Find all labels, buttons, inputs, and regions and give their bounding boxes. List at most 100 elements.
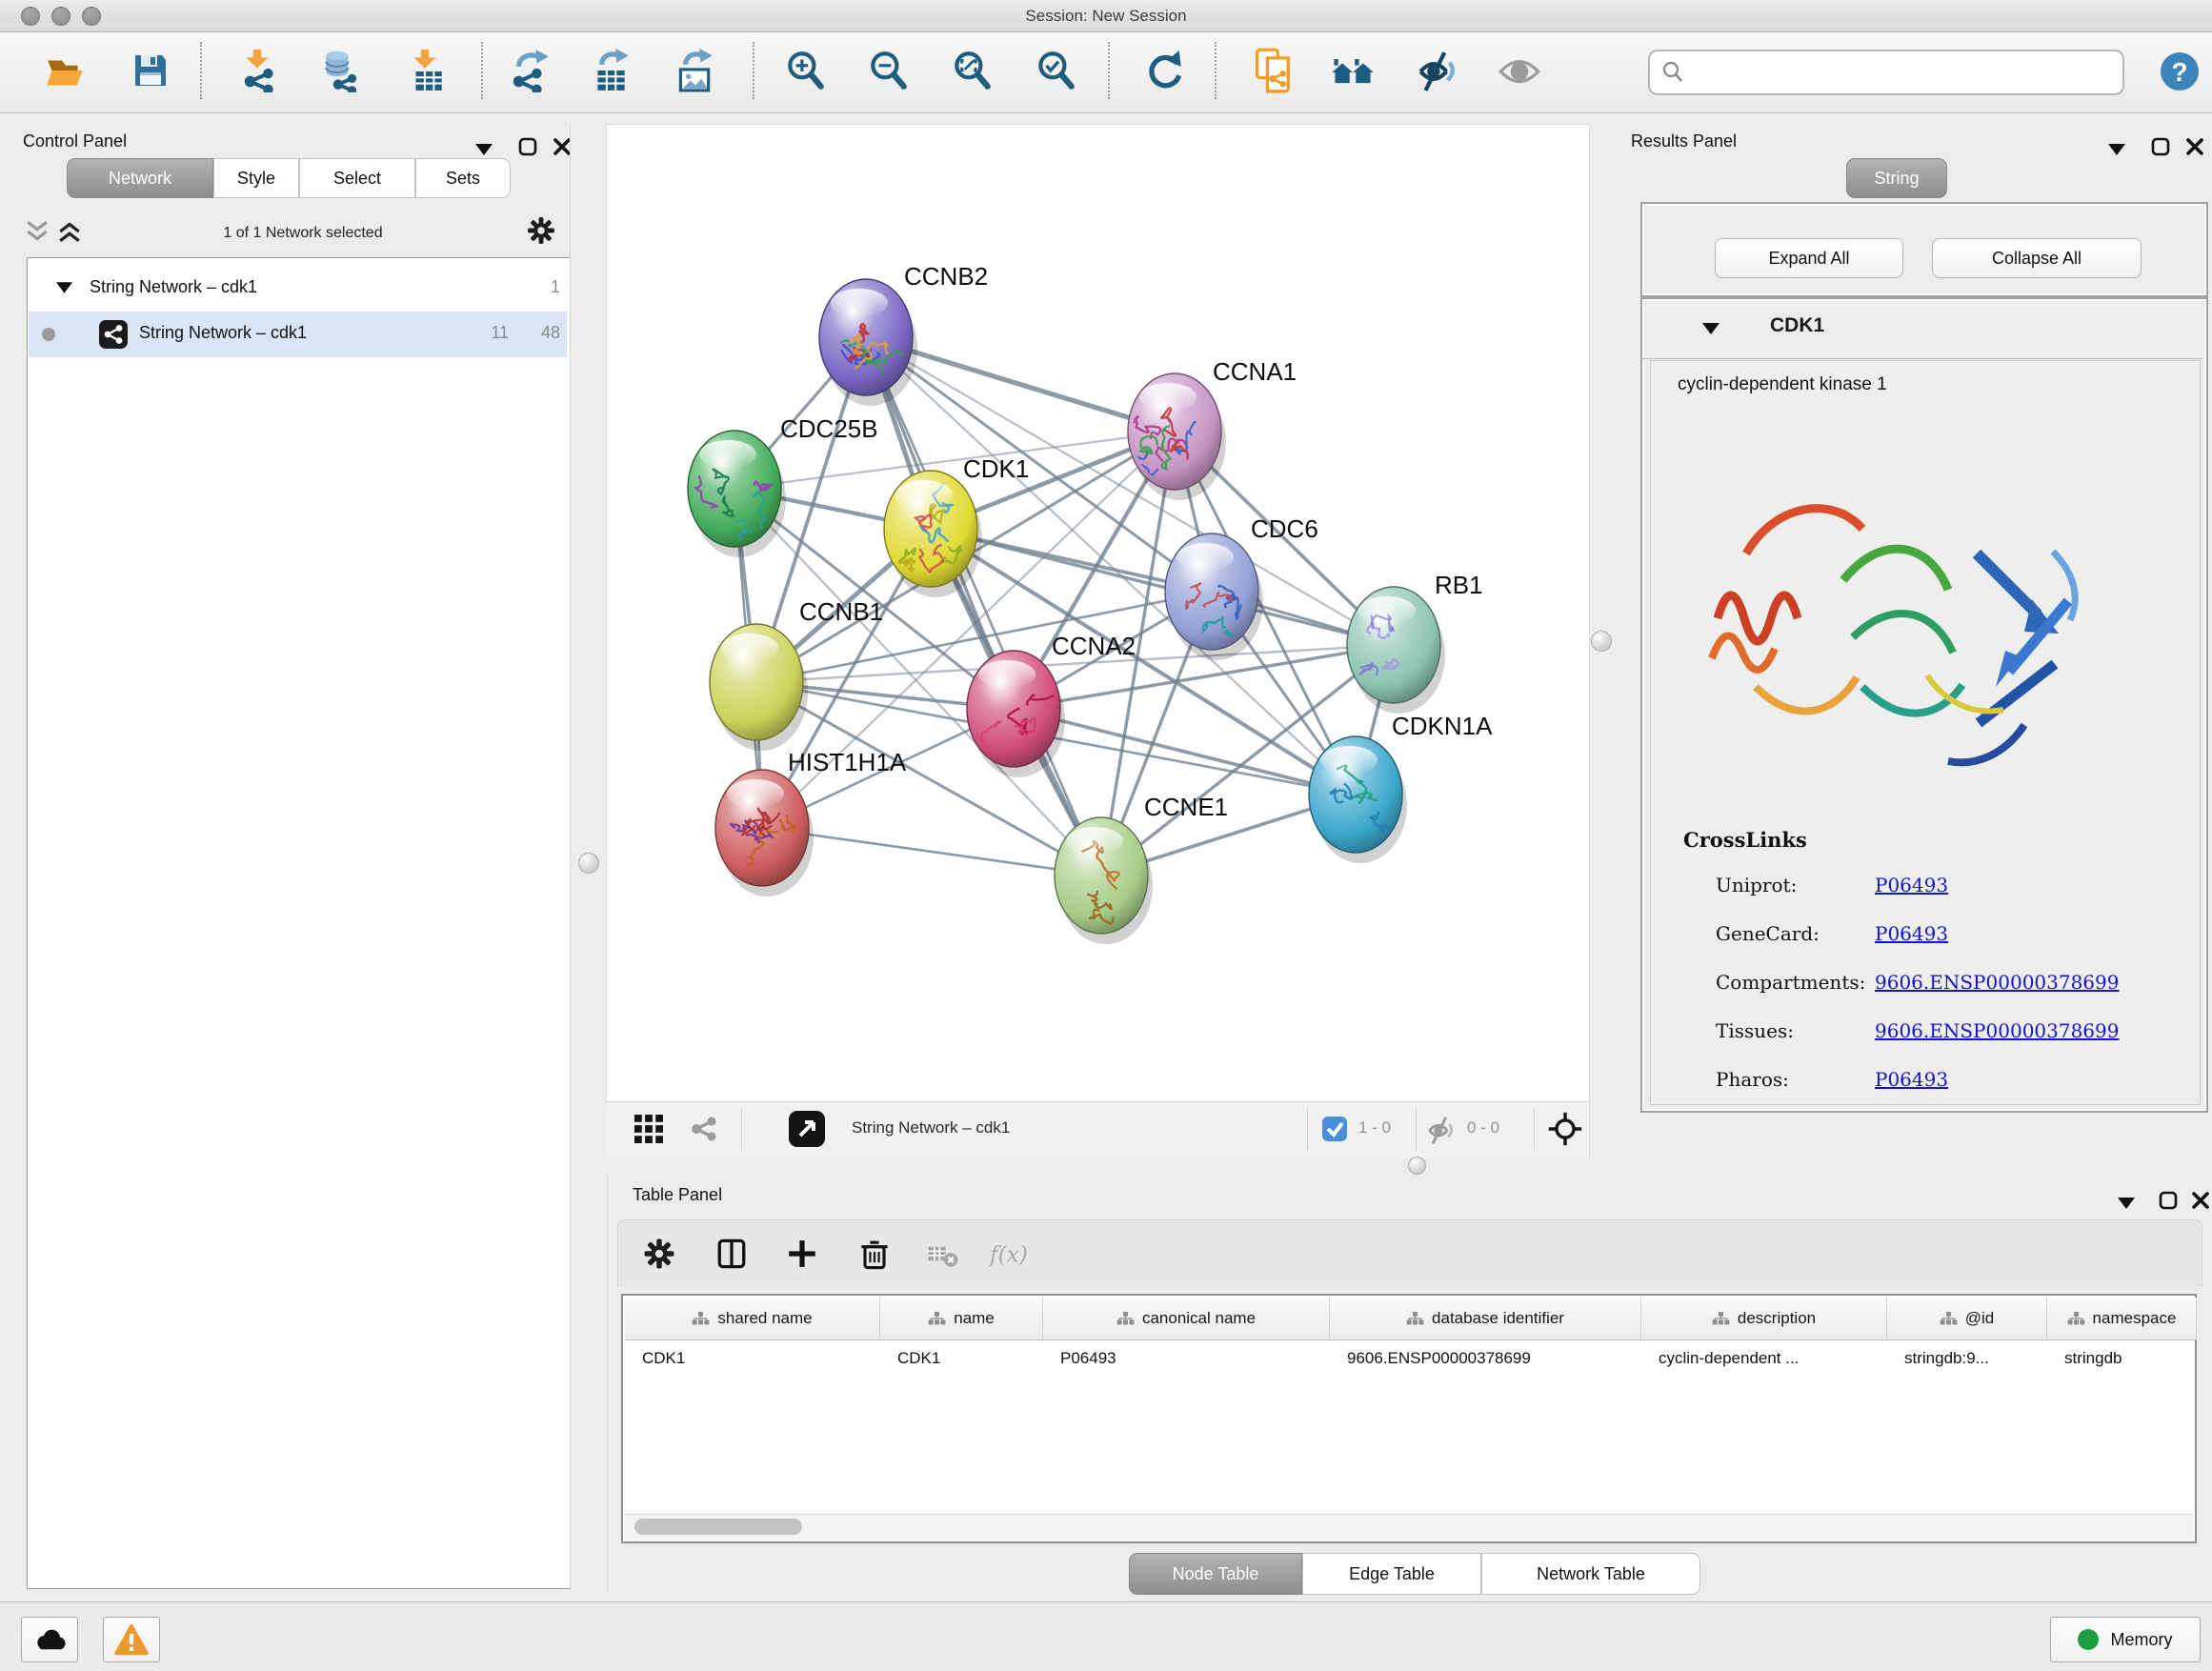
table-cell[interactable]: CDK1	[625, 1339, 880, 1378]
table-cell[interactable]: CDK1	[880, 1339, 1043, 1378]
zoom-selected-button[interactable]	[1029, 44, 1082, 97]
network-row-selected[interactable]: String Network – cdk1 11 48	[29, 312, 567, 357]
tab-node-table[interactable]: Node Table	[1129, 1553, 1302, 1595]
tab-network-table[interactable]: Network Table	[1481, 1553, 1700, 1595]
table-cell[interactable]: cyclin-dependent ...	[1641, 1339, 1887, 1378]
collapse-all-button[interactable]: Collapse All	[1932, 238, 2142, 278]
cloud-status-button[interactable]	[21, 1617, 78, 1662]
expand-all-button[interactable]: Expand All	[1715, 238, 1903, 278]
table-hscrollbar[interactable]	[625, 1514, 2193, 1540]
hide-selected-button[interactable]	[1410, 44, 1463, 97]
table-cell[interactable]: stringdb:9...	[1887, 1339, 2047, 1378]
import-table-file-button[interactable]	[399, 44, 452, 97]
node-label-CDC6: CDC6	[1251, 514, 1318, 543]
tab-sets[interactable]: Sets	[415, 158, 511, 198]
column-header-6[interactable]: namespace	[2047, 1298, 2197, 1339]
results-panel-menu-icon[interactable]	[2107, 143, 2126, 156]
tab-edge-table[interactable]: Edge Table	[1302, 1553, 1481, 1595]
crosslink-link[interactable]: P06493	[1875, 1068, 1948, 1091]
crosslink-link[interactable]: P06493	[1875, 922, 1948, 945]
grid-view-icon[interactable]	[634, 1115, 663, 1143]
export-image-button[interactable]	[667, 44, 720, 97]
share-view-icon[interactable]	[688, 1113, 720, 1145]
control-panel-float-icon[interactable]	[518, 137, 537, 156]
column-header-label: shared name	[717, 1309, 812, 1328]
function-builder-button[interactable]: f(x)	[987, 1231, 1033, 1277]
node-label-HIST1H1A: HIST1H1A	[788, 748, 907, 776]
string-network-icon	[99, 320, 128, 349]
table-options-button[interactable]	[636, 1231, 682, 1277]
table-panel-close-icon[interactable]	[2191, 1191, 2210, 1210]
warning-icon	[113, 1623, 150, 1656]
help-button[interactable]: ?	[2159, 50, 2201, 92]
network-edge-CDK1-RB1[interactable]	[931, 529, 1394, 645]
clone-network-button[interactable]	[1247, 44, 1300, 97]
add-column-button[interactable]	[779, 1231, 825, 1277]
crosslink-row: Uniprot:P06493	[1651, 864, 2200, 913]
delete-column-button[interactable]	[852, 1231, 897, 1277]
tab-network[interactable]: Network	[67, 158, 213, 198]
table-hscrollbar-thumb[interactable]	[634, 1519, 802, 1535]
control-panel-close-icon[interactable]	[553, 137, 572, 156]
table-panel-float-icon[interactable]	[2159, 1191, 2178, 1210]
crosslink-link[interactable]: 9606.ENSP00000378699	[1875, 1019, 2119, 1042]
column-header-5[interactable]: @id	[1887, 1298, 2047, 1339]
table-cell[interactable]: 9606.ENSP00000378699	[1330, 1339, 1641, 1378]
selected-checkbox-icon[interactable]	[1322, 1117, 1347, 1141]
protein-header-row[interactable]: CDK1	[1642, 299, 2202, 359]
tree-expander-icon[interactable]	[55, 281, 73, 294]
control-panel-menu-icon[interactable]	[474, 143, 493, 156]
export-table-button[interactable]	[583, 44, 636, 97]
memory-label: Memory	[2110, 1630, 2172, 1650]
current-network-dot-icon	[42, 328, 55, 341]
zoom-fit-button[interactable]	[945, 44, 998, 97]
search-input[interactable]	[1692, 53, 2115, 90]
starter-panel-button[interactable]	[1326, 44, 1379, 97]
import-network-database-button[interactable]	[313, 44, 367, 97]
column-header-0[interactable]: shared name	[625, 1298, 880, 1339]
network-canvas[interactable]: CCNB2CCNA1CDC25BCDK1CDC6RB1CCNB1CCNA2CDK…	[606, 124, 1591, 1102]
table-panel-menu-icon[interactable]	[2117, 1197, 2136, 1210]
left-splitter-handle[interactable]	[578, 853, 599, 874]
delete-table-button[interactable]	[920, 1231, 966, 1277]
table-row[interactable]: CDK1CDK1P064939606.ENSP00000378699cyclin…	[625, 1339, 2197, 1378]
show-all-button[interactable]	[1493, 44, 1546, 97]
show-columns-button[interactable]	[709, 1231, 754, 1277]
export-network-button[interactable]	[502, 44, 555, 97]
column-type-icon	[1712, 1311, 1730, 1326]
zoom-in-button[interactable]	[778, 44, 832, 97]
column-header-2[interactable]: canonical name	[1043, 1298, 1330, 1339]
crosslink-row: GeneCard:P06493	[1651, 913, 2200, 961]
right-splitter-handle[interactable]	[1591, 631, 1612, 652]
hidden-eye-slash-icon[interactable]	[1425, 1115, 1456, 1145]
results-panel-close-icon[interactable]	[2185, 137, 2204, 156]
results-panel-float-icon[interactable]	[2151, 137, 2170, 156]
table-header-row: shared name namecanonical namedatabase id…	[625, 1298, 2197, 1340]
apply-layout-button[interactable]	[1138, 44, 1192, 97]
column-header-4[interactable]: description	[1641, 1298, 1887, 1339]
warnings-button[interactable]	[103, 1617, 160, 1662]
column-header-3[interactable]: database identifier	[1330, 1298, 1641, 1339]
protein-expander-icon[interactable]	[1701, 322, 1720, 335]
memory-button[interactable]: Memory	[2050, 1617, 2201, 1662]
network-collection-row[interactable]: String Network – cdk1 1	[29, 266, 567, 312]
refresh-icon	[1143, 49, 1187, 92]
bottom-splitter-handle[interactable]	[1408, 1157, 1426, 1175]
import-network-file-button[interactable]	[232, 44, 286, 97]
column-header-1[interactable]: name	[880, 1298, 1043, 1339]
table-cell[interactable]: stringdb	[2047, 1339, 2197, 1378]
open-session-button[interactable]	[38, 44, 91, 97]
save-session-button[interactable]	[124, 44, 177, 97]
tab-select[interactable]: Select	[299, 158, 415, 198]
network-options-gear-icon[interactable]	[524, 213, 558, 248]
crosslink-link[interactable]: P06493	[1875, 874, 1948, 896]
fit-selected-crosshair-icon[interactable]	[1545, 1109, 1585, 1149]
tab-style[interactable]: Style	[213, 158, 299, 198]
birdseye-view-icon[interactable]	[789, 1111, 825, 1147]
tab-string[interactable]: String	[1846, 158, 1947, 198]
table-cell[interactable]: P06493	[1043, 1339, 1330, 1378]
network-edge-CCNB2-CCNE1[interactable]	[866, 337, 1101, 876]
node-label-CCNB2: CCNB2	[904, 262, 988, 291]
crosslink-link[interactable]: 9606.ENSP00000378699	[1875, 971, 2119, 994]
zoom-out-button[interactable]	[861, 44, 915, 97]
